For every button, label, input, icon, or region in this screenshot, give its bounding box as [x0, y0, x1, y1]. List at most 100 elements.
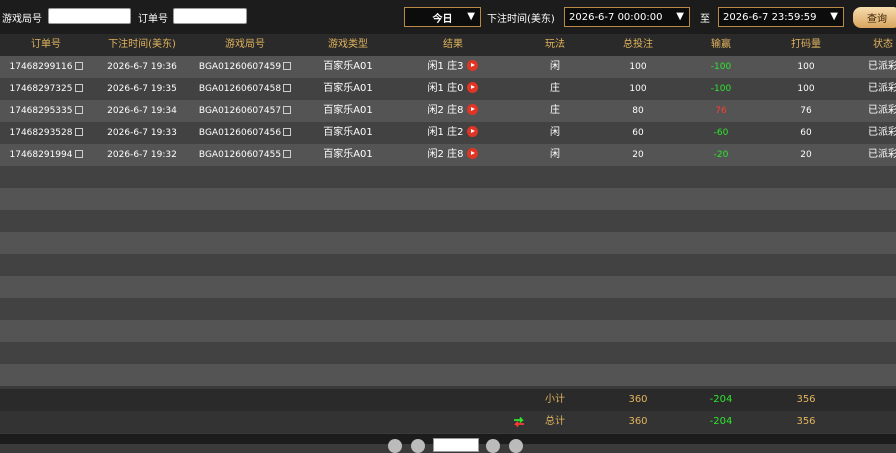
empty-row [0, 364, 896, 386]
game-type-cell: 百家乐A01 [298, 78, 398, 100]
page-input[interactable] [433, 438, 479, 452]
table-row: 17468291994 2026-6-7 19:32 BGA01260607455 百… [0, 144, 896, 166]
last-page-icon[interactable] [509, 439, 523, 453]
win-loss-cell-text: 76 [715, 106, 727, 116]
status-cell-text: 已派彩 [868, 149, 896, 160]
status-cell-text: 已派彩 [868, 83, 896, 94]
play-replay-icon[interactable] [467, 147, 479, 159]
prev-page-icon[interactable] [411, 439, 425, 453]
copy-icon[interactable] [74, 127, 83, 136]
order-no-cell: 17468299116 [0, 56, 92, 78]
copy-icon[interactable] [283, 83, 292, 92]
bet-time-cell-text: 2026-6-7 19:32 [107, 150, 177, 160]
bet-time-cell-text: 2026-6-7 19:33 [107, 128, 177, 138]
game-type-cell-text: 百家乐A01 [323, 83, 373, 94]
game-round-cell-text: BGA01260607455 [198, 150, 282, 160]
order-no-cell: 17468293528 [0, 122, 92, 144]
copy-icon[interactable] [283, 149, 292, 158]
empty-row [0, 298, 896, 320]
total-bet-cell-text: 100 [629, 84, 647, 94]
game-round-cell: BGA01260607457 [195, 100, 295, 122]
game-round-cell-text: BGA01260607457 [198, 106, 282, 116]
win-loss-cell-text: -20 [713, 150, 729, 160]
copy-icon[interactable] [283, 127, 292, 136]
order-no-cell-text: 17468297325 [9, 84, 73, 94]
result-cell: 闲1 庄3 [403, 56, 503, 78]
chevron-down-icon: ▼ [830, 11, 838, 22]
result-cell-text: 闲1 庄2 [427, 127, 464, 138]
status-cell: 已派彩 [838, 78, 896, 100]
period-select[interactable]: 今日 ▼ [404, 7, 481, 27]
order-no-cell: 17468297325 [0, 78, 92, 100]
order-no-input[interactable] [173, 8, 247, 24]
query-button[interactable]: 查询 [853, 7, 896, 28]
table-row: 17468297325 2026-6-7 19:35 BGA01260607458 百… [0, 78, 896, 100]
copy-icon[interactable] [74, 149, 83, 158]
play-replay-icon[interactable] [467, 125, 479, 137]
total-bet-cell-text: 60 [632, 128, 644, 138]
game-round-input[interactable] [48, 8, 131, 24]
subtotal-valid: 356 [796, 394, 816, 405]
status-cell-text: 已派彩 [868, 127, 896, 138]
valid-bet-cell-text: 100 [797, 84, 815, 94]
order-no-cell: 17468291994 [0, 144, 92, 166]
subtotal-row: 小计 360 -204 356 [0, 389, 896, 411]
end-time-value: 2026-6-7 23:59:59 [723, 11, 817, 23]
table-row: 17468295335 2026-6-7 19:34 BGA01260607457 百… [0, 100, 896, 122]
result-cell: 闲2 庄8 [403, 100, 503, 122]
game-type-cell: 百家乐A01 [298, 122, 398, 144]
copy-icon[interactable] [283, 105, 292, 114]
copy-icon[interactable] [283, 61, 292, 70]
game-round-cell: BGA01260607456 [195, 122, 295, 144]
result-cell: 闲1 庄0 [403, 78, 503, 100]
col-result: 结果 [443, 39, 463, 50]
empty-row [0, 210, 896, 232]
total-bet-cell-text: 80 [632, 106, 644, 116]
order-no-cell: 17468295335 [0, 100, 92, 122]
col-game-round: 游戏局号 [225, 39, 265, 50]
order-no-cell-text: 17468299116 [9, 62, 73, 72]
status-cell: 已派彩 [838, 144, 896, 166]
result-cell-text: 闲1 庄0 [427, 83, 464, 94]
game-type-cell-text: 百家乐A01 [323, 127, 373, 138]
play-type-cell-text: 庄 [550, 83, 560, 94]
next-page-icon[interactable] [486, 439, 500, 453]
copy-icon[interactable] [74, 61, 83, 70]
play-replay-icon[interactable] [467, 59, 479, 71]
first-page-icon[interactable] [388, 439, 402, 453]
bet-time-cell: 2026-6-7 19:35 [92, 78, 192, 100]
copy-icon[interactable] [74, 105, 83, 114]
game-round-cell-text: BGA01260607458 [198, 84, 282, 94]
game-type-cell: 百家乐A01 [298, 144, 398, 166]
chevron-down-icon: ▼ [676, 11, 684, 22]
status-cell-text: 已派彩 [868, 105, 896, 116]
empty-row [0, 254, 896, 276]
total-bet-cell-text: 20 [632, 150, 644, 160]
filter-bar: 游戏局号 订单号 今日 ▼ 下注时间(美东) 2026-6-7 00:00:00… [0, 0, 896, 34]
result-cell: 闲1 庄2 [403, 122, 503, 144]
table-header: 订单号 下注时间(美东) 游戏局号 游戏类型 结果 玩法 总投注 输赢 打码量 … [0, 34, 896, 56]
col-status: 状态 [873, 39, 893, 50]
order-no-cell-text: 17468295335 [9, 106, 73, 116]
status-cell: 已派彩 [838, 100, 896, 122]
total-bet-cell-text: 100 [629, 62, 647, 72]
total-row: 总计 360 -204 356 [0, 411, 896, 433]
table-row: 17468299116 2026-6-7 19:36 BGA01260607459 百… [0, 56, 896, 78]
bet-time-cell-text: 2026-6-7 19:35 [107, 84, 177, 94]
game-round-label: 游戏局号 [2, 14, 42, 25]
game-type-cell-text: 百家乐A01 [323, 149, 373, 160]
bet-time-cell: 2026-6-7 19:34 [92, 100, 192, 122]
start-time-select[interactable]: 2026-6-7 00:00:00 ▼ [564, 7, 690, 27]
col-order-no: 订单号 [31, 39, 61, 50]
result-cell-text: 闲1 庄3 [427, 61, 464, 72]
end-time-select[interactable]: 2026-6-7 23:59:59 ▼ [718, 7, 844, 27]
start-time-value: 2026-6-7 00:00:00 [569, 11, 663, 23]
win-loss-cell-text: -60 [713, 128, 729, 138]
copy-icon[interactable] [74, 83, 83, 92]
play-type-cell-text: 庄 [550, 105, 560, 116]
play-replay-icon[interactable] [467, 103, 479, 115]
play-replay-icon[interactable] [467, 81, 479, 93]
bet-time-cell-text: 2026-6-7 19:36 [107, 62, 177, 72]
game-type-cell: 百家乐A01 [298, 56, 398, 78]
bet-time-cell: 2026-6-7 19:33 [92, 122, 192, 144]
